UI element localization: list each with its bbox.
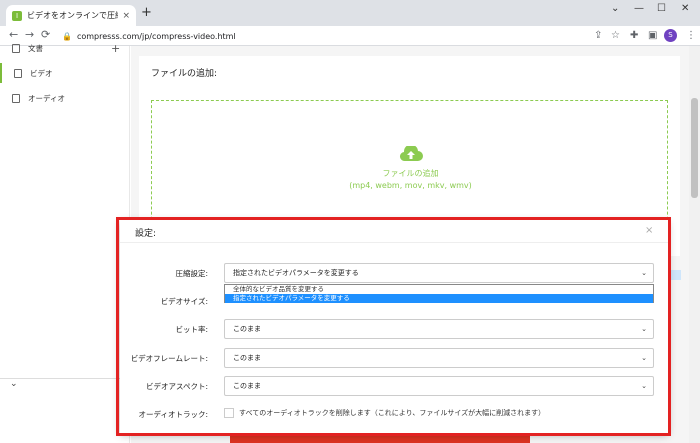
compression-setting-label: 圧縮設定:: [175, 269, 208, 278]
chevron-down-icon: ⌄: [641, 325, 647, 333]
divider: [120, 242, 668, 243]
remove-audio-checkbox[interactable]: [224, 408, 234, 418]
remove-audio-label[interactable]: すべてのオーディオトラックを削除します（これにより、ファイルサイズが大幅に削減さ…: [239, 408, 545, 418]
bitrate-select[interactable]: このまま ⌄: [224, 319, 654, 339]
video-icon: [14, 68, 22, 78]
favicon-icon: I: [12, 10, 22, 21]
extensions-icon[interactable]: ✚: [630, 30, 638, 41]
tab-search-icon[interactable]: ⌄: [611, 3, 619, 14]
browser-tab[interactable]: I ビデオをオンラインで圧縮 - MP4, W ×: [6, 5, 136, 26]
share-icon[interactable]: ⇪: [594, 30, 602, 41]
aspect-label: ビデオアスペクト:: [145, 382, 208, 391]
chevron-down-icon[interactable]: ⌄: [10, 379, 18, 389]
sidebar-item-document[interactable]: 文書: [0, 38, 130, 58]
sidebar-item-label: 文書: [28, 43, 43, 53]
chevron-down-icon: ⌄: [641, 354, 647, 362]
minimize-button[interactable]: —: [634, 3, 644, 14]
framerate-select[interactable]: このまま ⌄: [224, 348, 654, 368]
new-tab-button[interactable]: +: [141, 6, 152, 19]
star-icon[interactable]: ☆: [611, 30, 620, 41]
select-value: このまま: [233, 382, 261, 390]
aspect-select[interactable]: このまま ⌄: [224, 376, 654, 396]
compression-dropdown: 全体的なビデオ品質を変更する 指定されたビデオパラメータを変更する: [224, 284, 654, 303]
chevron-down-icon: ⌄: [641, 382, 647, 390]
bitrate-label: ビット率:: [175, 325, 208, 334]
video-size-label: ビデオサイズ:: [160, 297, 208, 306]
modal-title: 設定:: [135, 229, 157, 239]
tab-title: ビデオをオンラインで圧縮 - MP4, W: [27, 11, 119, 20]
ad-banner[interactable]: [230, 432, 530, 443]
document-icon: [12, 43, 20, 53]
chevron-down-icon: ⌄: [641, 269, 647, 277]
dropzone-label[interactable]: ファイルの追加: [300, 168, 521, 179]
select-value: 指定されたビデオパラメータを変更する: [233, 269, 359, 277]
select-value: このまま: [233, 325, 261, 333]
dropzone-formats: (mp4, webm, mov, mkv, wmv): [349, 181, 472, 190]
sidebar-item-label: オーディオ: [28, 93, 65, 103]
maximize-button[interactable]: ☐: [657, 3, 666, 14]
avatar[interactable]: S: [664, 29, 677, 42]
menu-icon[interactable]: ⋮: [686, 30, 696, 41]
dropdown-option[interactable]: 全体的なビデオ品質を変更する: [225, 285, 653, 294]
sidebar-item-video[interactable]: ビデオ: [0, 63, 130, 83]
ad-indicator: [669, 270, 681, 280]
close-icon[interactable]: ×: [645, 225, 653, 236]
framerate-label: ビデオフレームレート:: [130, 354, 208, 363]
compression-setting-select[interactable]: 指定されたビデオパラメータを変更する ⌄: [224, 263, 654, 283]
page-title: ファイルの追加:: [151, 69, 218, 79]
sidebar-icon[interactable]: ▣: [648, 30, 657, 41]
audio-track-label: オーディオトラック:: [138, 410, 208, 419]
close-window-button[interactable]: ✕: [681, 3, 689, 14]
sidebar-item-label: ビデオ: [30, 68, 53, 78]
sidebar-item-audio[interactable]: オーディオ: [0, 88, 130, 108]
tab-close-icon[interactable]: ×: [122, 11, 130, 21]
omnibox[interactable]: 🔒 compresss.com/jp/compress-video.html: [56, 28, 616, 44]
dropdown-option-selected[interactable]: 指定されたビデオパラメータを変更する: [225, 294, 653, 303]
audio-icon: [12, 93, 20, 103]
scrollbar-thumb[interactable]: [691, 98, 698, 198]
cloud-upload-icon[interactable]: [399, 146, 423, 162]
select-value: このまま: [233, 354, 261, 362]
